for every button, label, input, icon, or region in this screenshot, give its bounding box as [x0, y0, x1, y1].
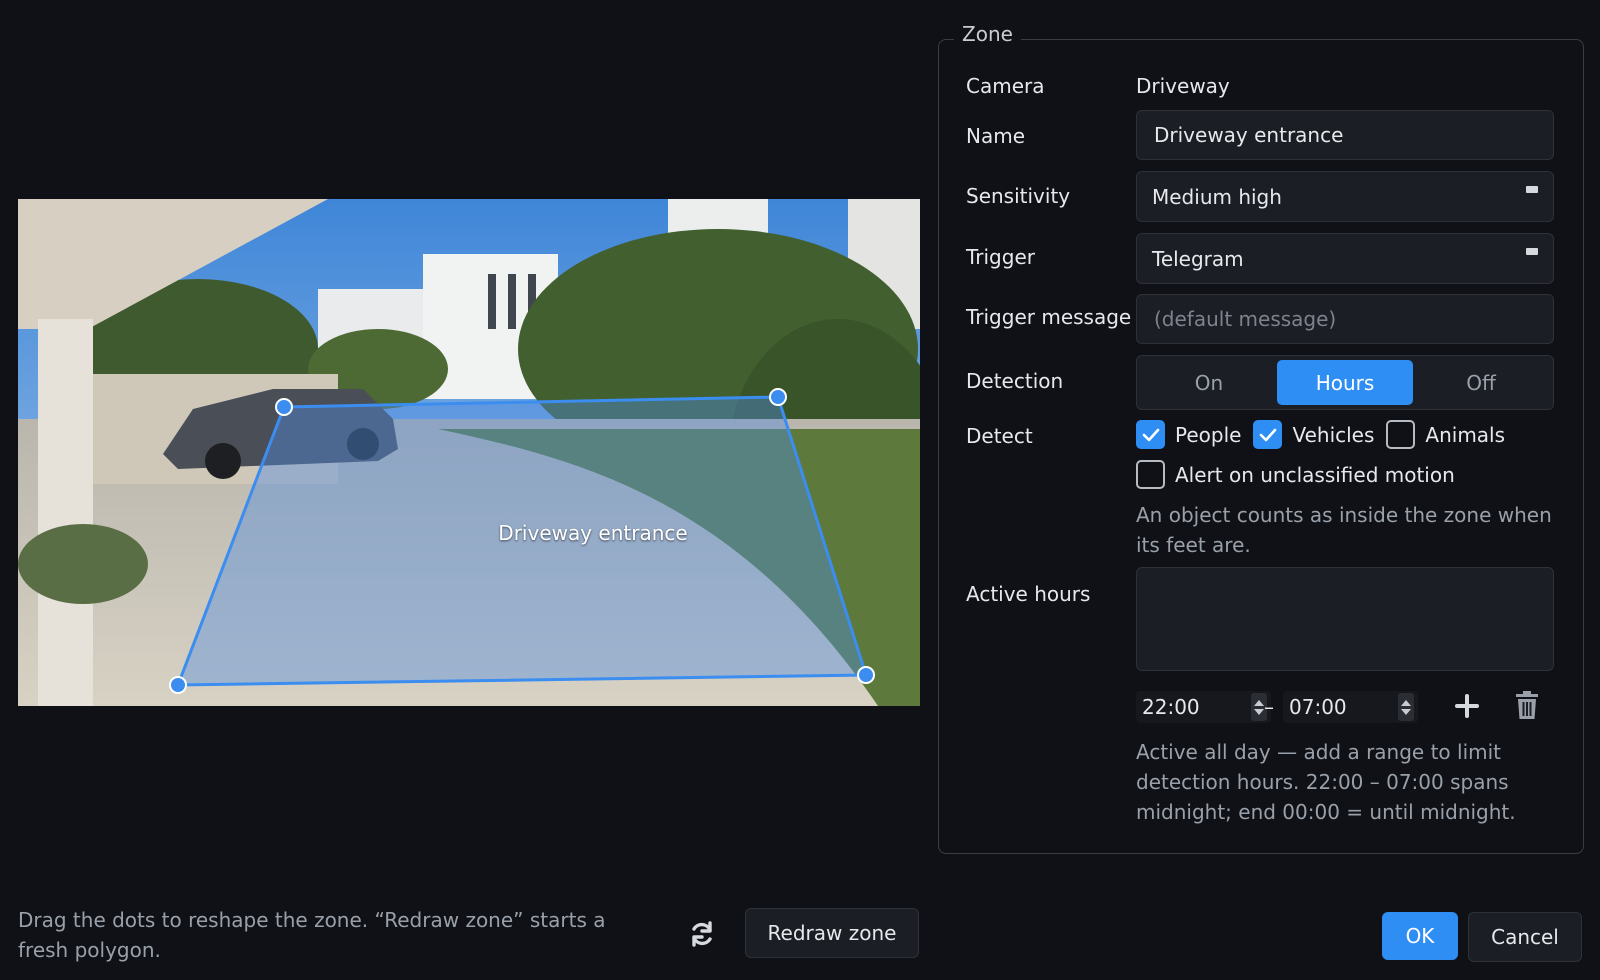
animals-checkbox[interactable] [1386, 420, 1416, 449]
active-hours-list[interactable] [1136, 567, 1554, 671]
active-hours-label: Active hours [966, 582, 1091, 606]
plus-icon [1455, 694, 1479, 718]
vehicles-checkbox[interactable] [1253, 420, 1283, 449]
reshape-help-text: Drag the dots to reshape the zone. “Redr… [18, 908, 606, 962]
spin-up-icon [1401, 699, 1411, 706]
detection-hours-option[interactable]: Hours [1277, 360, 1413, 405]
time-range-separator: – [1264, 695, 1274, 719]
zone-vertex-handle[interactable] [857, 666, 875, 684]
detect-options: People Vehicles Animals [1136, 420, 1517, 449]
trigger-message-input[interactable] [1136, 294, 1554, 344]
zone-vertex-handle[interactable] [275, 398, 293, 416]
chevron-down-icon [1526, 186, 1538, 193]
detection-off-option[interactable]: Off [1413, 360, 1549, 405]
sensitivity-label: Sensitivity [966, 184, 1071, 208]
end-time-value: 07:00 [1289, 695, 1347, 719]
detection-mode-toggle: On Hours Off [1136, 355, 1554, 410]
camera-snapshot [18, 199, 920, 706]
sensitivity-value: Medium high [1152, 184, 1282, 209]
alert-unclassified-row: Alert on unclassified motion [1136, 460, 1467, 489]
trigger-message-label: Trigger message [966, 305, 1132, 329]
sensitivity-select[interactable]: Medium high [1136, 171, 1554, 222]
refresh-button[interactable] [688, 920, 716, 953]
name-label: Name [966, 124, 1026, 148]
detection-label: Detection [966, 369, 1064, 393]
trigger-value: Telegram [1152, 246, 1244, 271]
zone-panel-title: Zone [954, 22, 1021, 46]
alert-unclassified-label: Alert on unclassified motion [1175, 462, 1455, 487]
check-icon [1259, 428, 1277, 441]
redraw-zone-button[interactable]: Redraw zone [745, 908, 919, 958]
detect-label: Detect [966, 424, 1033, 448]
start-time-value: 22:00 [1142, 695, 1200, 719]
end-time-spinner[interactable] [1398, 693, 1414, 721]
check-icon [1142, 428, 1159, 441]
spin-up-icon [1254, 699, 1264, 706]
trigger-select[interactable]: Telegram [1136, 233, 1554, 284]
active-hours-help-text: Active all day — add a range to limit de… [1136, 740, 1516, 824]
animals-label: Animals [1425, 422, 1506, 447]
add-range-button[interactable] [1454, 693, 1480, 724]
zone-overlay-label: Driveway entrance [498, 521, 688, 545]
detect-help-text: An object counts as inside the zone when… [1136, 503, 1552, 557]
refresh-icon [692, 921, 712, 947]
trash-icon [1516, 691, 1538, 719]
ok-button[interactable]: OK [1382, 912, 1458, 960]
trigger-label: Trigger [966, 245, 1035, 269]
spin-down-icon [1254, 708, 1264, 715]
end-time-input[interactable]: 07:00 [1283, 691, 1418, 723]
zone-name-input[interactable] [1136, 110, 1554, 160]
vehicles-label: Vehicles [1292, 422, 1375, 447]
zone-vertex-handle[interactable] [769, 388, 787, 406]
detection-on-option[interactable]: On [1141, 360, 1277, 405]
delete-range-button[interactable] [1514, 690, 1540, 725]
camera-value: Driveway [1136, 74, 1230, 98]
camera-preview[interactable]: Driveway entrance [18, 199, 920, 706]
start-time-input[interactable]: 22:00 [1136, 691, 1271, 723]
zone-vertex-handle[interactable] [169, 676, 187, 694]
cancel-button[interactable]: Cancel [1468, 912, 1582, 962]
camera-label: Camera [966, 74, 1045, 98]
alert-unclassified-checkbox[interactable] [1136, 460, 1165, 489]
chevron-down-icon [1526, 248, 1538, 255]
people-label: People [1175, 422, 1242, 447]
people-checkbox[interactable] [1136, 420, 1165, 449]
spin-down-icon [1401, 708, 1411, 715]
